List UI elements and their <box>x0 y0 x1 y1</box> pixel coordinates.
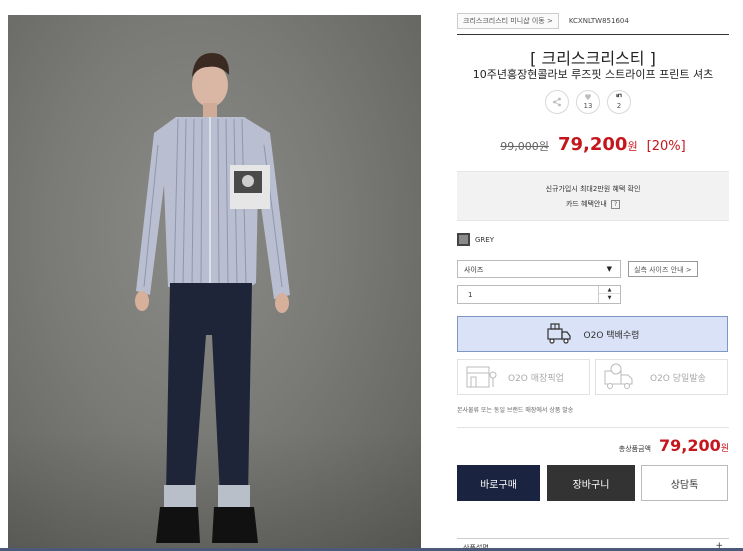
sale-currency: 원 <box>627 140 638 153</box>
delivery-truck-icon <box>546 323 571 344</box>
total-currency: 원 <box>720 444 729 454</box>
model-illustration <box>135 53 290 543</box>
card-benefit[interactable]: 카드 혜택안내 ? <box>457 199 729 209</box>
product-code: KCXNLTW851604 <box>568 17 629 25</box>
review-icon: ᄞ <box>615 93 623 102</box>
review-button[interactable]: ᄞ 2 <box>607 90 631 114</box>
review-count: 2 <box>616 102 622 110</box>
quantity-spinner: ▲ ▼ <box>598 286 620 303</box>
decrement-icon[interactable]: ▼ <box>599 294 620 302</box>
o2o-note: 본사물류 또는 동일 브랜드 매장에서 상품 발송 <box>457 407 574 414</box>
buy-now-button[interactable]: 바로구매 <box>457 465 540 501</box>
share-icon <box>553 97 561 107</box>
divider <box>457 427 729 428</box>
quantity-value[interactable]: 1 <box>468 291 472 299</box>
o2o-delivery-option[interactable]: O2O 택배수령 <box>457 316 728 352</box>
o2o-delivery-label: O2O 택배수령 <box>583 330 640 341</box>
sale-price: 79,200 <box>557 134 628 155</box>
total-label: 총상품금액 <box>618 445 651 453</box>
color-option[interactable]: GREY <box>457 233 494 246</box>
divider <box>457 34 729 35</box>
help-icon[interactable]: ? <box>611 199 621 209</box>
total-amount: 79,200원 <box>659 436 729 455</box>
signup-benefit-text[interactable]: 신규가입시 최대2만원 혜택 확인 <box>457 184 729 194</box>
size-select[interactable]: 사이즈 ▼ <box>457 260 621 278</box>
like-count: 13 <box>583 102 593 110</box>
product-info-panel: 크리스크리스티 미니샵 이동 > KCXNLTW851604 [ 크리스크리스티… <box>457 0 729 551</box>
o2o-same-day-label: O2O 당일발송 <box>650 373 706 384</box>
breadcrumb: 크리스크리스티 미니샵 이동 > KCXNLTW851604 <box>457 12 629 30</box>
increment-icon[interactable]: ▲ <box>599 286 620 294</box>
like-button[interactable]: ♥ 13 <box>576 90 600 114</box>
product-title: 10주년홍장현콜라보 루즈핏 스트라이프 프린트 셔츠 <box>472 68 714 81</box>
color-swatch[interactable] <box>457 233 470 246</box>
social-buttons: ♥ 13 ᄞ 2 <box>545 90 631 114</box>
card-benefit-text: 카드 혜택안내 <box>565 200 607 208</box>
consult-chat-button[interactable]: 상담톡 <box>641 465 728 501</box>
divider <box>457 538 729 539</box>
discount-rate: [20%] <box>646 139 686 154</box>
store-pickup-icon <box>466 366 497 388</box>
minishop-link[interactable]: 크리스크리스티 미니샵 이동 > <box>457 13 559 29</box>
benefit-box: 신규가입시 최대2만원 혜택 확인 카드 혜택안내 ? <box>457 171 729 221</box>
o2o-store-pickup-label: O2O 매장픽업 <box>508 373 564 384</box>
size-placeholder: 사이즈 <box>464 266 484 274</box>
share-button[interactable] <box>545 90 569 114</box>
size-guide-button[interactable]: 실측 사이즈 안내 > <box>628 261 698 277</box>
price-row: 99,000원 79,200원 [20%] <box>457 134 729 155</box>
add-to-cart-button[interactable]: 장바구니 <box>547 465 635 501</box>
same-day-delivery-icon <box>604 363 633 389</box>
total-amount-value: 79,200 <box>658 436 721 455</box>
product-photo <box>8 15 421 551</box>
quantity-stepper[interactable]: 1 ▲ ▼ <box>457 285 621 304</box>
original-price: 99,000원 <box>500 140 549 153</box>
o2o-store-pickup-option[interactable]: O2O 매장픽업 <box>457 359 590 395</box>
dropdown-caret-icon: ▼ <box>606 265 612 273</box>
total-price: 총상품금액 79,200원 <box>619 436 729 455</box>
heart-icon: ♥ <box>584 93 592 102</box>
color-label: GREY <box>475 235 494 244</box>
o2o-same-day-option[interactable]: O2O 당일발송 <box>595 359 728 395</box>
